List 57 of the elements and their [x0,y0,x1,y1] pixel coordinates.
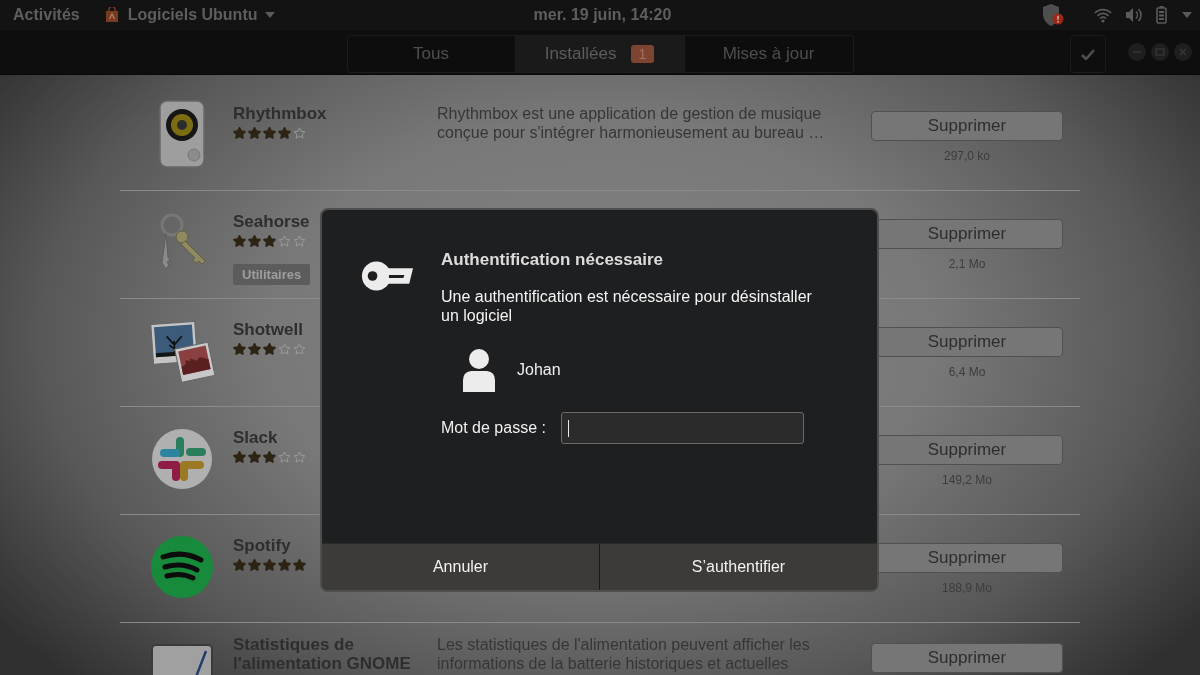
star-icon [263,451,276,463]
user-name: Johan [517,361,561,379]
caret-icon[interactable] [1182,12,1192,18]
remove-button[interactable]: Supprimer [871,111,1063,141]
app-description: Rhythmbox est une application de gestion de musique conçue pour s'intégrer harmonieusement au bureau … [437,104,826,142]
star-icon [233,343,246,355]
star-icon [278,127,291,139]
tab[interactable]: Tous [346,35,516,73]
star-icon [293,343,306,355]
star-icon [263,559,276,571]
star-icon [293,127,306,139]
close-icon[interactable] [1174,43,1192,61]
volume-icon[interactable] [1125,7,1143,23]
app-name: Seahorse [233,212,310,231]
star-icon [278,451,291,463]
star-icon [248,343,261,355]
star-icon [293,559,306,571]
star-icon [263,343,276,355]
remove-button[interactable]: Supprimer [871,643,1063,673]
dialog-title: Authentification nécessaire [441,249,663,271]
minimize-icon[interactable] [1128,43,1146,61]
app-name: Spotify [233,536,291,555]
star-icon [248,127,261,139]
app-menu-button[interactable]: Logiciels Ubuntu [127,6,258,24]
star-icon [233,127,246,139]
activities-button[interactable]: Activités [13,6,80,24]
star-icon [293,451,306,463]
dialog-message: Une authentification est nécessaire pour désinstaller un logiciel [441,287,812,325]
clock-label[interactable]: mer. 19 juin, 14:20 [533,6,672,24]
star-icon [263,235,276,247]
star-icon [233,235,246,247]
star-icon [248,235,261,247]
caret-icon [265,12,276,18]
wifi-icon[interactable] [1094,7,1112,23]
star-icon [278,559,291,571]
app-name: Shotwell [233,320,303,339]
battery-icon[interactable] [1156,6,1167,24]
star-icon [248,451,261,463]
star-icon [278,235,291,247]
star-icon [293,235,306,247]
app-name: Slack [233,428,278,447]
star-icon [263,127,276,139]
selection-mode-button[interactable] [1070,35,1106,73]
password-field[interactable] [560,412,804,444]
star-icon [233,559,246,571]
user-icon [461,348,497,392]
shopping-bag-icon [103,7,120,23]
password-label: Mot de passe : [441,419,546,437]
category-tag[interactable]: Utilitaires [233,264,311,285]
key-icon [360,259,414,293]
star-icon [233,451,246,463]
tab[interactable]: Mises à jour [684,35,854,73]
star-icon [248,559,261,571]
app-name: Rhythmbox [233,104,327,123]
shield-alert-icon[interactable] [1042,3,1064,27]
star-icon [278,343,291,355]
check-icon [1081,48,1095,60]
